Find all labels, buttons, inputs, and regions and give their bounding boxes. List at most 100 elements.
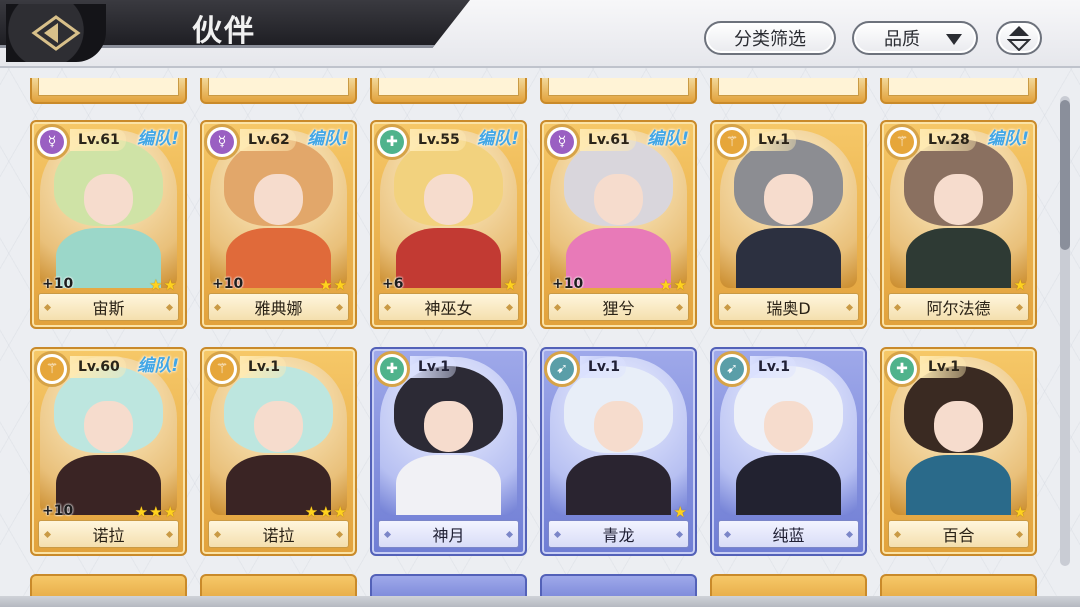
wind2-element-icon: ➹: [550, 357, 574, 381]
portrait-body: [566, 454, 671, 515]
level-label: Lv.62: [240, 129, 296, 151]
star-icon: ★: [1013, 503, 1027, 521]
character-card[interactable]: ✚ Lv.1 ★ 百合: [880, 347, 1037, 556]
character-card[interactable]: ⚚ Lv.28 编队! ★ 阿尔法德: [880, 120, 1037, 329]
level-label: Lv.1: [750, 129, 796, 151]
in-team-badge: 编队!: [987, 129, 1029, 149]
character-name: 诺拉: [208, 520, 349, 548]
character-name: 雅典娜: [208, 293, 349, 321]
star-icon: ★: [673, 503, 687, 521]
level-label: Lv.55: [410, 129, 466, 151]
character-card[interactable]: ⚚ Lv.1 ★ ★ ★ 诺拉: [200, 347, 357, 556]
star-rating: ★: [504, 278, 517, 293]
element-icon: ⚚: [884, 124, 920, 160]
wind-element-icon: ✚: [380, 357, 404, 381]
enhance-level: +6: [382, 276, 404, 292]
portrait-face: [253, 174, 304, 225]
portrait-face: [593, 174, 644, 225]
portrait-face: [83, 401, 134, 452]
character-name: 狸兮: [548, 293, 689, 321]
filter-button[interactable]: 分类筛选: [704, 21, 836, 55]
star-rating: ★: [674, 505, 687, 520]
element-icon: ☿: [204, 124, 240, 160]
portrait-body: [906, 454, 1011, 515]
level-label: Lv.1: [750, 356, 796, 378]
character-name: 百合: [888, 520, 1029, 548]
element-icon: ☿: [34, 124, 70, 160]
portrait-face: [83, 174, 134, 225]
portrait-face: [763, 174, 814, 225]
filter-button-label: 分类筛选: [734, 29, 806, 50]
scrollbar[interactable]: [1060, 96, 1070, 566]
level-label: Lv.61: [580, 129, 636, 151]
character-card[interactable]: ☿ Lv.61 编队! +10 ★ ★ 狸兮: [540, 120, 697, 329]
wind-element-icon: ✚: [380, 130, 404, 154]
element-icon: ✚: [374, 124, 410, 160]
star-rating: ★: [1014, 278, 1027, 293]
character-name: 神月: [378, 520, 519, 548]
star-rating: ★ ★ ★: [135, 505, 177, 520]
portrait-face: [933, 401, 984, 452]
character-name: 宙斯: [38, 293, 179, 321]
in-team-badge: 编队!: [137, 129, 179, 149]
level-label: Lv.60: [70, 356, 126, 378]
star-icon: ★: [163, 276, 177, 294]
star-icon: ★: [1013, 276, 1027, 294]
star-icon: ★: [149, 276, 163, 294]
page-title: 伙伴: [192, 14, 256, 49]
character-card[interactable]: ⚚ Lv.60 编队! +10 ★ ★ ★ 诺拉: [30, 347, 187, 556]
star-icon: ★: [673, 276, 687, 294]
quality-dropdown[interactable]: 品质: [852, 21, 978, 55]
scrollbar-thumb[interactable]: [1060, 100, 1070, 250]
character-card[interactable]: ✚ Lv.55 编队! +6 ★ 神巫女: [370, 120, 527, 329]
level-label: Lv.28: [920, 129, 976, 151]
star-icon: ★: [659, 276, 673, 294]
in-team-badge: 编队!: [137, 356, 179, 376]
character-card[interactable]: ☿ Lv.61 编队! +10 ★ ★ 宙斯: [30, 120, 187, 329]
in-team-badge: 编队!: [307, 129, 349, 149]
enhance-level: +10: [552, 276, 584, 292]
element-icon: ➹: [714, 351, 750, 387]
star-rating: ★ ★ ★: [305, 505, 347, 520]
character-card[interactable]: ✚ Lv.1 神月: [370, 347, 527, 556]
character-name: 青龙: [548, 520, 689, 548]
back-button[interactable]: [6, 4, 106, 62]
portrait-face: [933, 174, 984, 225]
character-card[interactable]: ➹ Lv.1 纯蓝: [710, 347, 867, 556]
sort-toggle-icon: [1007, 26, 1031, 51]
dark-element-icon: ☿: [550, 130, 574, 154]
star-icon: ★: [149, 503, 163, 521]
top-bar: 伙伴 分类筛选 品质: [0, 0, 1080, 68]
star-icon: ★: [319, 276, 333, 294]
portrait-face: [763, 401, 814, 452]
character-name: 神巫女: [378, 293, 519, 321]
character-name: 诺拉: [38, 520, 179, 548]
character-grid: ☿ Lv.61 编队! +10 ★ ★ 宙斯 ☿ Lv.62 编队! +10 ★ ★ 雅典娜 ✚ Lv.55 编…: [0, 0, 1080, 607]
star-rating: ★ ★: [149, 278, 177, 293]
enhance-level: +10: [42, 276, 74, 292]
sort-toggle-button[interactable]: [996, 21, 1042, 55]
level-label: Lv.1: [410, 356, 456, 378]
star-icon: ★: [319, 503, 333, 521]
light-element-icon: ⚚: [720, 130, 744, 154]
star-icon: ★: [163, 503, 177, 521]
portrait-body: [906, 227, 1011, 288]
back-arrow-icon: [31, 15, 81, 51]
portrait-face: [593, 401, 644, 452]
portrait-face: [253, 401, 304, 452]
in-team-badge: 编队!: [647, 129, 689, 149]
element-icon: ➹: [544, 351, 580, 387]
character-card[interactable]: ⚚ Lv.1 瑞奥D: [710, 120, 867, 329]
star-rating: ★ ★: [659, 278, 687, 293]
level-label: Lv.1: [920, 356, 966, 378]
enhance-level: +10: [212, 276, 244, 292]
star-rating: ★ ★: [319, 278, 347, 293]
portrait-face: [423, 401, 474, 452]
quality-dropdown-label: 品质: [884, 29, 920, 50]
character-name: 纯蓝: [718, 520, 859, 548]
character-card[interactable]: ➹ Lv.1 ★ 青龙: [540, 347, 697, 556]
character-card[interactable]: ☿ Lv.62 编队! +10 ★ ★ 雅典娜: [200, 120, 357, 329]
character-name: 瑞奥D: [718, 293, 859, 321]
level-label: Lv.61: [70, 129, 126, 151]
star-icon: ★: [304, 503, 319, 521]
